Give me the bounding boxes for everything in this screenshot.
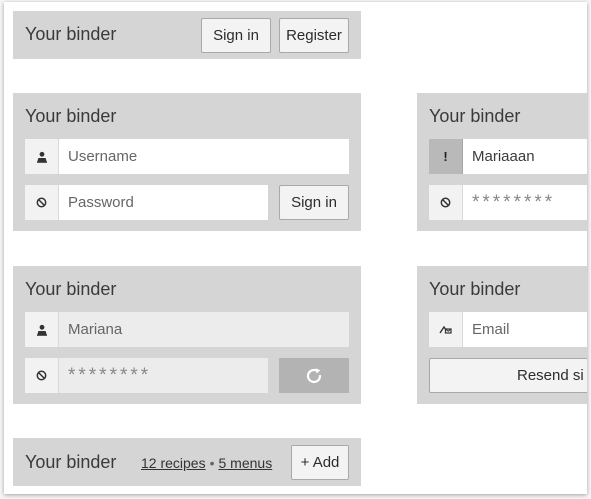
password-field: ********: [25, 358, 268, 393]
user-icon: [25, 139, 59, 174]
password-mask: ********: [68, 364, 152, 386]
lock-icon: [25, 358, 59, 393]
sign-in-button[interactable]: Sign in: [279, 185, 349, 220]
canvas: Your binder Sign in Register Your binder…: [4, 2, 587, 494]
password-field[interactable]: ********: [429, 185, 587, 220]
binder-stats: 12 recipes • 5 menus: [141, 455, 272, 471]
panel-title: Your binder: [25, 106, 117, 126]
header-panel: Your binder Sign in Register: [13, 11, 361, 59]
separator-dot: •: [209, 455, 215, 471]
refresh-icon: [306, 367, 322, 383]
resend-label: Resend si: [517, 367, 584, 384]
warning-icon: !: [429, 139, 463, 174]
panel-title: Your binder: [25, 279, 117, 299]
username-placeholder: Username: [68, 148, 138, 165]
recipes-link[interactable]: 12 recipes: [141, 455, 206, 471]
lock-icon: [429, 185, 463, 220]
username-field[interactable]: Username: [25, 139, 349, 174]
email-field[interactable]: Email: [429, 312, 587, 347]
loggedin-panel: Your binder 12 recipes • 5 menus + Add: [13, 438, 361, 486]
password-field[interactable]: Password: [25, 185, 268, 220]
panel-title: Your binder: [25, 452, 117, 472]
user-icon: [25, 312, 59, 347]
login-error-panel: Your binder ! Mariaaan ********: [417, 93, 587, 231]
username-value: Mariaaan: [472, 148, 535, 165]
register-button[interactable]: Register: [279, 18, 349, 53]
username-value: Mariana: [68, 321, 123, 338]
sign-in-button[interactable]: Sign in: [201, 18, 271, 53]
email-icon: [429, 312, 463, 347]
lock-icon: [25, 185, 59, 220]
password-mask: ********: [472, 191, 556, 213]
email-placeholder: Email: [472, 321, 510, 338]
reset-panel: Your binder Email Resend si: [417, 266, 587, 404]
loading-button: [279, 358, 349, 393]
panel-title: Your binder: [429, 279, 521, 299]
password-placeholder: Password: [68, 194, 134, 211]
username-field: Mariana: [25, 312, 349, 347]
panel-title: Your binder: [429, 106, 521, 126]
login-panel: Your binder Username Password Sign in: [13, 93, 361, 231]
resend-button[interactable]: Resend si: [429, 358, 587, 393]
add-button[interactable]: + Add: [291, 445, 349, 480]
login-loading-panel: Your binder Mariana ********: [13, 266, 361, 404]
menus-link[interactable]: 5 menus: [219, 455, 273, 471]
username-field[interactable]: ! Mariaaan: [429, 139, 587, 174]
panel-title: Your binder: [25, 24, 117, 44]
